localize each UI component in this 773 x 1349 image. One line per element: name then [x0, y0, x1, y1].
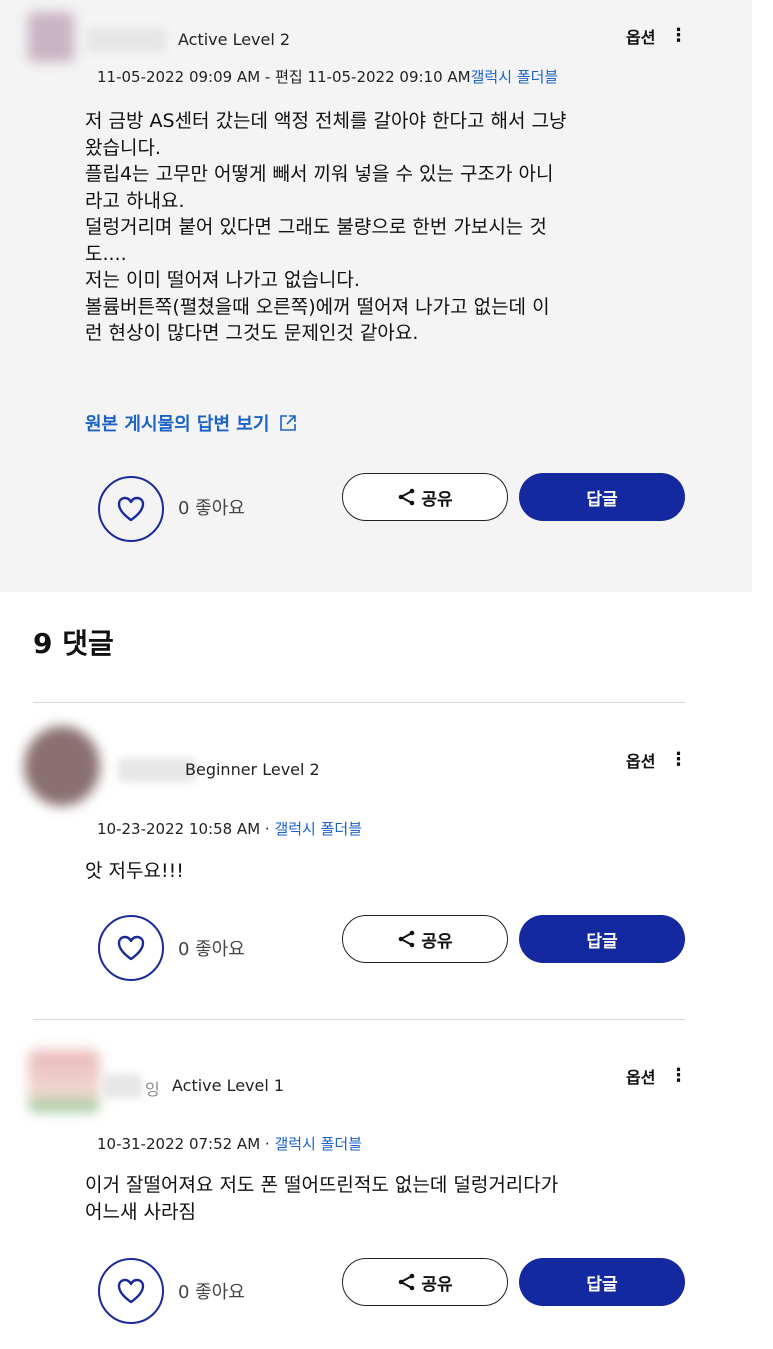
- user-level: Active Level 2: [178, 30, 291, 49]
- comment-body: 이거 잘떨어져요 저도 폰 떨어뜨린적도 없는데 덜렁거리다가 어느새 사라짐: [85, 1172, 725, 1225]
- share-button[interactable]: 공유: [342, 915, 508, 963]
- like-count: 0 좋아요: [178, 1282, 245, 1303]
- reply-label: 답글: [586, 931, 618, 952]
- body-line: 왔습니다.: [85, 136, 161, 159]
- divider: [33, 702, 685, 703]
- post-body: 저 금방 AS센터 갔는데 액정 전체를 갈아야 한다고 해서 그냥 왔습니다.…: [85, 108, 705, 347]
- body-line: 어느새 사라짐: [85, 1200, 196, 1223]
- category-link[interactable]: 갤럭시 폴더블: [274, 1135, 362, 1153]
- body-line: 도....: [85, 242, 127, 265]
- like-count: 0 좋아요: [178, 498, 245, 519]
- username-blurred[interactable]: [86, 28, 166, 52]
- options-menu-button[interactable]: 옵션 ⋮: [626, 1064, 687, 1088]
- body-line: 이거 잘떨어져요 저도 폰 떨어뜨린적도 없는데 덜렁거리다가: [85, 1174, 559, 1196]
- like-button[interactable]: [98, 915, 164, 981]
- view-original-post-link[interactable]: 원본 게시물의 답변 보기: [85, 410, 297, 436]
- avatar[interactable]: [24, 726, 100, 806]
- reply-button[interactable]: 답글: [519, 915, 685, 963]
- heart-icon: [117, 935, 145, 961]
- meta-separator: ·: [260, 820, 275, 838]
- body-line: 플립4는 고무만 어떻게 빼서 끼워 넣을 수 있는 구조가 아니: [85, 163, 554, 185]
- reply-button[interactable]: 답글: [519, 1258, 685, 1306]
- options-label: 옵션: [626, 1068, 656, 1087]
- divider: [33, 1019, 685, 1020]
- heart-icon: [117, 496, 145, 522]
- comment-body: 앗 저두요!!!: [85, 858, 705, 885]
- like-count: 0 좋아요: [178, 939, 245, 960]
- view-original-label: 원본 게시물의 답변 보기: [85, 414, 270, 435]
- comment-timestamp: 10-31-2022 07:52 AM: [97, 1135, 261, 1153]
- options-label: 옵션: [626, 752, 656, 771]
- category-link[interactable]: 갤럭시 폴더블: [274, 820, 362, 838]
- share-icon: [399, 1273, 415, 1291]
- body-line: 볼륨버튼쪽(펼쳤을때 오른쪽)에꺼 떨어져 나가고 없는데 이: [85, 295, 550, 318]
- body-line: 라고 하내요.: [85, 189, 185, 212]
- comment-meta: 10-31-2022 07:52 AM · 갤럭시 폴더블: [97, 1133, 362, 1154]
- options-label: 옵션: [626, 28, 656, 47]
- body-line: 런 현상이 많다면 그것도 문제인것 같아요.: [85, 322, 419, 344]
- reply-label: 답글: [586, 489, 618, 510]
- user-level: Active Level 1: [172, 1076, 285, 1095]
- share-label: 공유: [421, 931, 453, 952]
- body-line: 앗 저두요!!!: [85, 860, 184, 882]
- body-line: 덜렁거리며 붙어 있다면 그래도 불량으로 한번 가보시는 것: [85, 216, 547, 238]
- share-label: 공유: [421, 489, 453, 510]
- post-timestamp: 11-05-2022 09:09 AM - 편집 11-05-2022 09:1…: [97, 68, 471, 86]
- share-icon: [399, 930, 415, 948]
- heart-icon: [117, 1278, 145, 1304]
- avatar[interactable]: [28, 1050, 100, 1112]
- external-link-icon: [280, 415, 297, 431]
- comment-meta: 10-23-2022 10:58 AM · 갤럭시 폴더블: [97, 818, 362, 839]
- share-label: 공유: [421, 1274, 453, 1295]
- share-button[interactable]: 공유: [342, 1258, 508, 1306]
- username-blurred[interactable]: [102, 1074, 142, 1098]
- user-level: Beginner Level 2: [185, 760, 320, 779]
- options-menu-button[interactable]: 옵션 ⋮: [626, 748, 687, 772]
- post-meta: 11-05-2022 09:09 AM - 편집 11-05-2022 09:1…: [97, 66, 558, 87]
- avatar[interactable]: [28, 12, 74, 62]
- body-line: 저 금방 AS센터 갔는데 액정 전체를 갈아야 한다고 해서 그냥: [85, 110, 567, 132]
- reply-label: 답글: [586, 1274, 618, 1295]
- body-line: 저는 이미 떨어져 나가고 없습니다.: [85, 269, 360, 291]
- options-menu-button[interactable]: 옵션 ⋮: [626, 24, 687, 48]
- category-link[interactable]: 갤럭시 폴더블: [471, 68, 559, 86]
- meta-separator: ·: [260, 1135, 275, 1153]
- share-icon: [399, 488, 415, 506]
- like-button[interactable]: [98, 1258, 164, 1324]
- reply-button[interactable]: 답글: [519, 473, 685, 521]
- comments-count-heading: 9 댓글: [33, 627, 114, 660]
- kebab-menu-icon: ⋮: [669, 1065, 688, 1086]
- kebab-menu-icon: ⋮: [669, 749, 688, 770]
- share-button[interactable]: 공유: [342, 473, 508, 521]
- user-name-suffix: 잉: [145, 1080, 160, 1099]
- kebab-menu-icon: ⋮: [669, 25, 688, 46]
- comment-timestamp: 10-23-2022 10:58 AM: [97, 820, 261, 838]
- like-button[interactable]: [98, 476, 164, 542]
